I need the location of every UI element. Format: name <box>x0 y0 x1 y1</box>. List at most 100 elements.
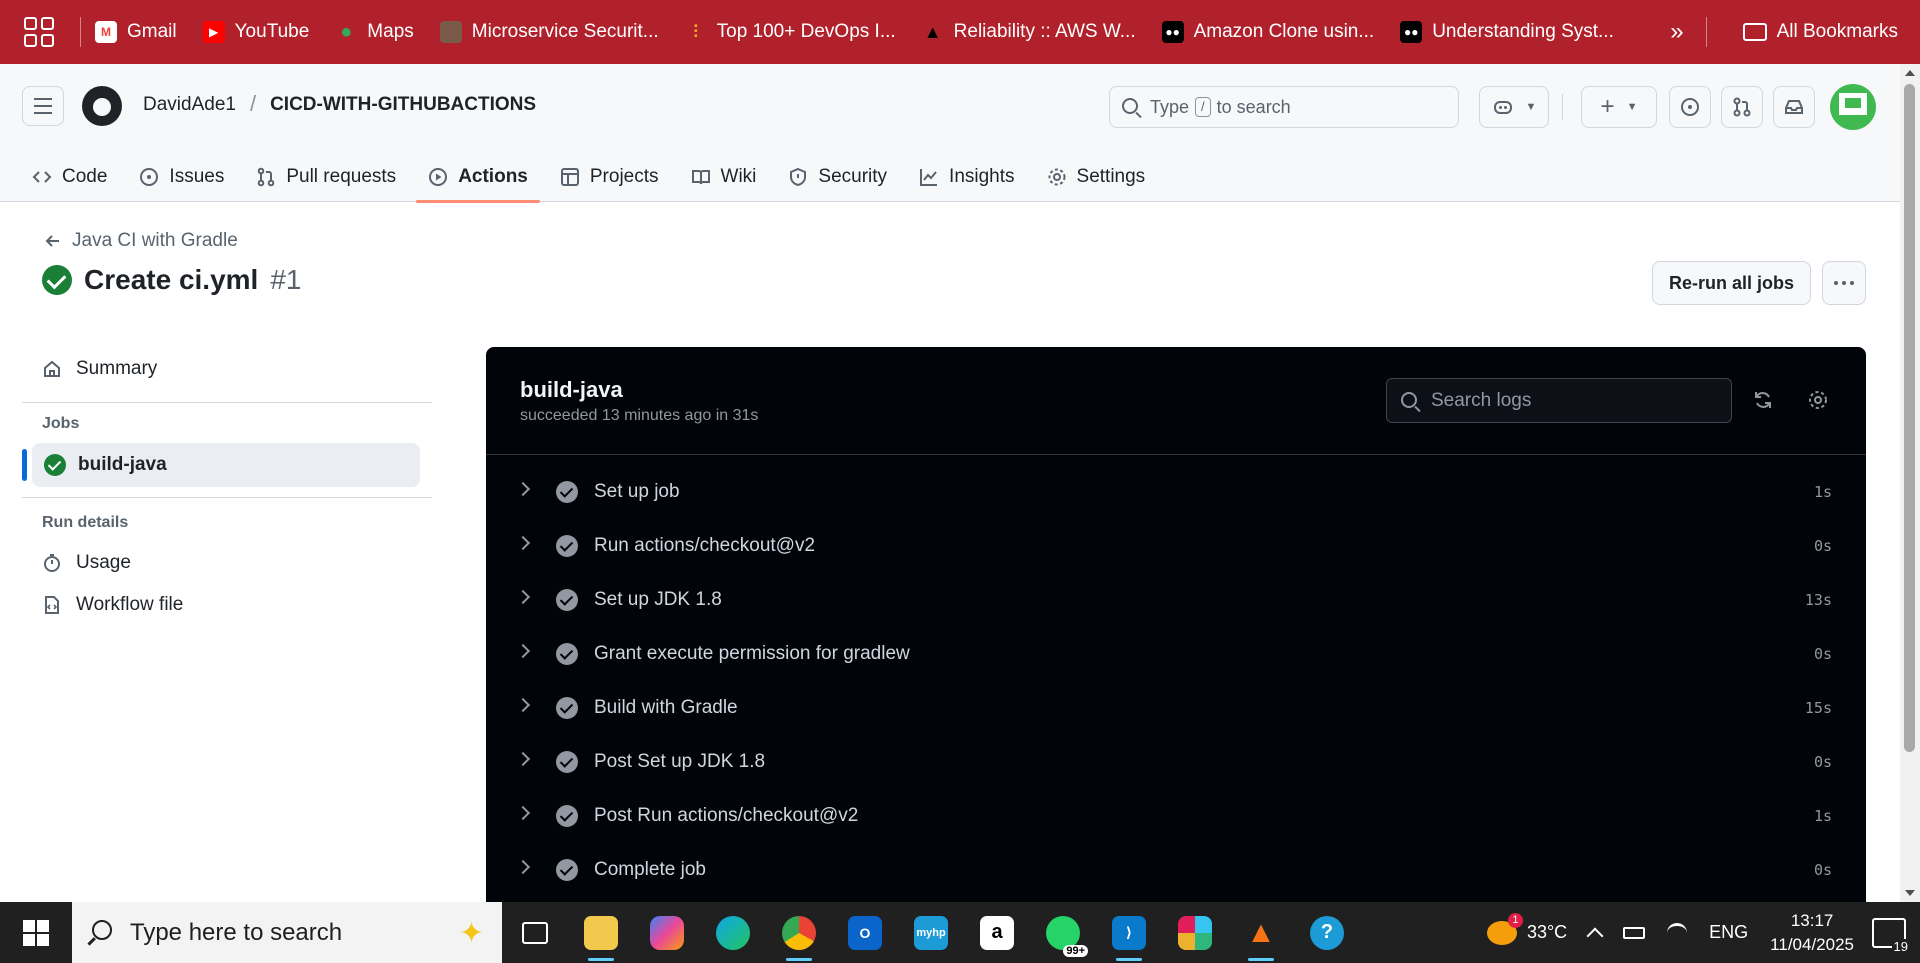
taskbar-edge[interactable] <box>700 902 766 963</box>
github-logo-icon[interactable] <box>82 86 122 126</box>
create-new-button[interactable]: + ▼ <box>1581 86 1657 128</box>
taskbar-amazon[interactable]: a <box>964 902 1030 963</box>
taskbar-search-input[interactable]: Type here to search ✦ <box>72 902 502 963</box>
tab-label: Wiki <box>720 166 757 187</box>
header-divider <box>1562 94 1563 120</box>
issues-button[interactable] <box>1669 86 1711 128</box>
sidebar-item-label: build-java <box>78 454 167 475</box>
sparkle-icon: ✦ <box>458 917 484 950</box>
tab-actions[interactable]: Actions <box>416 152 540 203</box>
step-row[interactable]: Build with Gradle 15s <box>486 681 1866 735</box>
bookmark-aws-reliability[interactable]: ▲ Reliability :: AWS W... <box>922 21 1136 43</box>
repo-name-link[interactable]: CICD-WITH-GITHUBACTIONS <box>270 94 536 117</box>
weather-widget[interactable]: 1 33°C <box>1486 912 1567 945</box>
step-row[interactable]: Complete job 0s <box>486 843 1866 897</box>
sidebar-item-summary[interactable]: Summary <box>22 348 432 390</box>
breadcrumb: DavidAde1 / CICD-WITH-GITHUBACTIONS <box>143 91 536 117</box>
wifi-icon <box>1667 922 1688 943</box>
step-row[interactable]: Post Run actions/checkout@v2 1s <box>486 789 1866 843</box>
tab-wiki[interactable]: Wiki <box>679 152 769 202</box>
search-input[interactable]: Type / to search <box>1109 86 1459 128</box>
notification-center-button[interactable]: 19 <box>1872 917 1910 954</box>
scroll-down-icon[interactable] <box>1905 890 1915 896</box>
chrome-icon <box>782 915 816 950</box>
tab-security[interactable]: Security <box>776 152 899 202</box>
bookmark-microservice[interactable]: Microservice Securit... <box>439 21 659 43</box>
bookmark-label: Microservice Securit... <box>471 21 659 42</box>
chevron-right-icon <box>515 751 531 767</box>
apps-grid-icon[interactable] <box>24 17 54 47</box>
chevron-right-icon <box>515 805 531 821</box>
taskbar-vlc[interactable]: ▲ <box>1228 902 1294 963</box>
windows-start-button[interactable] <box>0 902 72 963</box>
refresh-button[interactable] <box>1746 383 1780 417</box>
pull-request-icon <box>1733 97 1751 117</box>
step-row[interactable]: Grant execute permission for gradlew 0s <box>486 627 1866 681</box>
taskbar-vscode[interactable]: ⟩ <box>1096 902 1162 963</box>
search-prefix: Type <box>1150 96 1190 117</box>
step-duration: 1s <box>1813 483 1832 501</box>
menu-button[interactable] <box>22 86 64 126</box>
tab-issues[interactable]: Issues <box>127 152 236 202</box>
all-bookmarks-button[interactable]: All Bookmarks <box>1742 21 1898 43</box>
more-bookmarks-button[interactable]: » <box>1670 18 1683 46</box>
step-row[interactable]: Set up JDK 1.8 13s <box>486 573 1866 627</box>
taskbar-outlook[interactable]: O <box>832 902 898 963</box>
scrollbar-thumb[interactable] <box>1904 84 1915 752</box>
bookmark-label: Understanding Syst... <box>1432 21 1614 42</box>
medium-icon: ●● <box>1400 21 1423 43</box>
repo-owner-link[interactable]: DavidAde1 <box>143 94 236 117</box>
tab-pull-requests[interactable]: Pull requests <box>244 152 408 202</box>
sidebar-item-label: Workflow file <box>76 594 184 615</box>
rerun-all-jobs-button[interactable]: Re-run all jobs <box>1652 261 1811 305</box>
taskbar-whatsapp[interactable]: 99+ <box>1030 902 1096 963</box>
step-row[interactable]: Set up job 1s <box>486 465 1866 519</box>
step-row[interactable]: Run actions/checkout@v2 0s <box>486 519 1866 573</box>
weather-icon: 1 <box>1486 912 1523 945</box>
network-button[interactable] <box>1667 922 1688 943</box>
taskbar-chrome[interactable] <box>766 902 832 963</box>
bookmark-maps[interactable]: ● Maps <box>335 20 414 43</box>
tab-insights[interactable]: Insights <box>907 152 1026 202</box>
pull-requests-button[interactable] <box>1721 86 1763 128</box>
scroll-up-icon[interactable] <box>1905 70 1915 76</box>
bookmark-amazon-clone[interactable]: ●● Amazon Clone usin... <box>1161 21 1374 43</box>
taskbar-myhp[interactable]: myhp <box>898 902 964 963</box>
gear-icon <box>1809 391 1827 409</box>
step-row[interactable]: Post Set up JDK 1.8 0s <box>486 735 1866 789</box>
play-icon <box>429 168 448 186</box>
bookmark-gmail[interactable]: M Gmail <box>95 21 177 43</box>
battery-button[interactable] <box>1623 926 1646 939</box>
sidebar-item-workflow-file[interactable]: Workflow file <box>22 584 432 626</box>
copilot-button[interactable]: ▼ <box>1479 86 1549 128</box>
language-indicator[interactable]: ENG <box>1709 922 1748 943</box>
back-to-workflow-link[interactable]: Java CI with Gradle <box>44 230 238 252</box>
search-logs-input[interactable]: Search logs <box>1386 378 1732 423</box>
taskbar-file-explorer[interactable] <box>568 902 634 963</box>
vscode-icon: ⟩ <box>1112 915 1146 950</box>
bookmark-youtube[interactable]: ▶ YouTube <box>202 21 309 43</box>
bookmark-understanding[interactable]: ●● Understanding Syst... <box>1400 21 1614 43</box>
system-clock[interactable]: 13:17 11/04/2025 <box>1770 909 1854 957</box>
page-scrollbar[interactable] <box>1900 64 1920 902</box>
bookmark-label: Top 100+ DevOps I... <box>716 21 896 42</box>
taskbar-slack[interactable] <box>1162 902 1228 963</box>
tab-projects[interactable]: Projects <box>548 152 671 202</box>
tab-settings[interactable]: Settings <box>1035 152 1158 202</box>
show-hidden-icons-button[interactable] <box>1586 924 1604 944</box>
maps-icon: ● <box>340 20 353 43</box>
log-settings-button[interactable] <box>1801 383 1835 417</box>
more-options-button[interactable] <box>1822 261 1866 305</box>
user-avatar[interactable] <box>1830 84 1876 130</box>
inbox-button[interactable] <box>1773 86 1815 128</box>
bookmark-devops[interactable]: ⫶ Top 100+ DevOps I... <box>685 21 896 43</box>
taskbar-help[interactable]: ? <box>1294 902 1360 963</box>
taskbar-copilot[interactable] <box>634 902 700 963</box>
tab-code[interactable]: Code <box>20 152 119 202</box>
home-icon <box>42 359 62 379</box>
sidebar-item-usage[interactable]: Usage <box>22 542 432 584</box>
task-view-button[interactable] <box>502 902 568 963</box>
sidebar-item-build-java[interactable]: build-java <box>22 443 420 487</box>
job-name: build-java <box>520 377 623 402</box>
shield-icon <box>790 167 807 187</box>
